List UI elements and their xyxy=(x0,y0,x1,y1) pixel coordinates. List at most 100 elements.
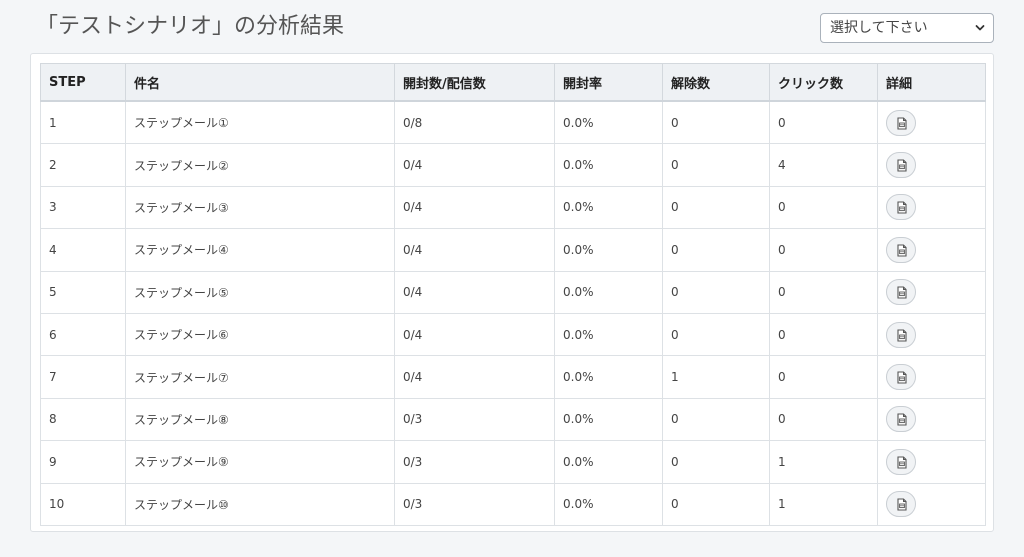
column-open-rate: 開封率 xyxy=(554,63,663,102)
detail-cell xyxy=(877,228,986,272)
click-count-cell: 0 xyxy=(769,270,878,314)
document-icon xyxy=(897,371,907,384)
open-count-cell: 0/3 xyxy=(394,482,555,526)
open-count-cell: 0/4 xyxy=(394,270,555,314)
detail-button[interactable] xyxy=(886,236,916,263)
click-count-cell: 1 xyxy=(769,482,878,526)
unsubscribe-cell: 0 xyxy=(662,228,770,272)
open-rate-cell: 0.0% xyxy=(554,228,663,272)
subject-cell: ステップメール② xyxy=(125,143,395,187)
step-cell: 2 xyxy=(40,143,126,187)
unsubscribe-cell: 0 xyxy=(662,100,770,145)
detail-cell xyxy=(877,355,986,399)
unsubscribe-cell: 1 xyxy=(662,355,770,399)
open-rate-cell: 0.0% xyxy=(554,397,663,442)
detail-button[interactable] xyxy=(886,109,916,136)
table-row: 1 ステップメール① 0/8 0.0% 0 0 xyxy=(40,100,986,145)
table-row: 4 ステップメール④ 0/4 0.0% 0 0 xyxy=(40,228,986,272)
column-step: STEP xyxy=(40,63,126,102)
open-rate-cell: 0.0% xyxy=(554,185,663,230)
header-row: STEP 件名 開封数/配信数 開封率 解除数 クリック数 詳細 xyxy=(40,63,986,102)
subject-cell: ステップメール⑧ xyxy=(125,397,395,442)
subject-cell: ステップメール⑦ xyxy=(125,355,395,399)
step-cell: 10 xyxy=(40,482,126,526)
open-count-cell: 0/8 xyxy=(394,100,555,145)
step-cell: 1 xyxy=(40,100,126,145)
open-count-cell: 0/4 xyxy=(394,355,555,399)
subject-cell: ステップメール⑩ xyxy=(125,482,395,526)
click-count-cell: 4 xyxy=(769,143,878,187)
step-cell: 4 xyxy=(40,228,126,272)
table-row: 10 ステップメール⑩ 0/3 0.0% 0 1 xyxy=(40,482,986,526)
step-cell: 7 xyxy=(40,355,126,399)
column-click-count: クリック数 xyxy=(769,63,878,102)
document-icon xyxy=(897,244,907,257)
step-cell: 3 xyxy=(40,185,126,230)
unsubscribe-cell: 0 xyxy=(662,270,770,314)
click-count-cell: 0 xyxy=(769,312,878,357)
click-count-cell: 0 xyxy=(769,100,878,145)
table-body: 1 ステップメール① 0/8 0.0% 0 0 2 ステップメール② 0/4 0.0% 0 4 3 ステッ… xyxy=(40,100,986,526)
document-icon xyxy=(897,413,907,426)
document-icon xyxy=(897,329,907,342)
document-icon xyxy=(897,286,907,299)
detail-cell xyxy=(877,100,986,145)
open-rate-cell: 0.0% xyxy=(554,143,663,187)
document-icon xyxy=(897,117,907,130)
subject-cell: ステップメール⑨ xyxy=(125,440,395,484)
open-rate-cell: 0.0% xyxy=(554,270,663,314)
subject-cell: ステップメール③ xyxy=(125,185,395,230)
document-icon xyxy=(897,159,907,172)
open-rate-cell: 0.0% xyxy=(554,312,663,357)
detail-cell xyxy=(877,397,986,442)
detail-cell xyxy=(877,440,986,484)
unsubscribe-cell: 0 xyxy=(662,397,770,442)
step-cell: 5 xyxy=(40,270,126,314)
table-row: 8 ステップメール⑧ 0/3 0.0% 0 0 xyxy=(40,397,986,442)
chevron-down-icon xyxy=(975,25,985,31)
detail-button[interactable] xyxy=(886,321,916,348)
open-count-cell: 0/4 xyxy=(394,185,555,230)
click-count-cell: 0 xyxy=(769,185,878,230)
open-count-cell: 0/3 xyxy=(394,397,555,442)
click-count-cell: 0 xyxy=(769,355,878,399)
detail-button[interactable] xyxy=(886,448,916,475)
table-row: 3 ステップメール③ 0/4 0.0% 0 0 xyxy=(40,185,986,230)
scenario-select[interactable]: 選択して下さい xyxy=(820,13,994,43)
open-rate-cell: 0.0% xyxy=(554,355,663,399)
table-row: 5 ステップメール⑤ 0/4 0.0% 0 0 xyxy=(40,270,986,314)
detail-cell xyxy=(877,482,986,526)
detail-cell xyxy=(877,143,986,187)
subject-cell: ステップメール⑤ xyxy=(125,270,395,314)
detail-button[interactable] xyxy=(886,364,916,391)
table-header: STEP 件名 開封数/配信数 開封率 解除数 クリック数 詳細 xyxy=(40,63,986,102)
detail-button[interactable] xyxy=(886,491,916,518)
click-count-cell: 1 xyxy=(769,440,878,484)
detail-cell xyxy=(877,185,986,230)
detail-cell xyxy=(877,312,986,357)
detail-button[interactable] xyxy=(886,279,916,306)
open-count-cell: 0/3 xyxy=(394,440,555,484)
subject-cell: ステップメール⑥ xyxy=(125,312,395,357)
results-card: STEP 件名 開封数/配信数 開封率 解除数 クリック数 詳細 1 ステップメール① 0/8 0… xyxy=(30,53,994,532)
open-count-cell: 0/4 xyxy=(394,312,555,357)
table-row: 6 ステップメール⑥ 0/4 0.0% 0 0 xyxy=(40,312,986,357)
scenario-select-value: 選択して下さい xyxy=(830,20,928,36)
unsubscribe-cell: 0 xyxy=(662,185,770,230)
detail-button[interactable] xyxy=(886,194,916,221)
detail-cell xyxy=(877,270,986,314)
step-cell: 6 xyxy=(40,312,126,357)
document-icon xyxy=(897,201,907,215)
document-icon xyxy=(897,498,907,511)
click-count-cell: 0 xyxy=(769,397,878,442)
detail-button[interactable] xyxy=(886,152,916,179)
document-icon xyxy=(897,456,907,469)
column-detail: 詳細 xyxy=(877,63,986,102)
page-title: 「テストシナリオ」の分析結果 xyxy=(36,14,345,39)
table-row: 7 ステップメール⑦ 0/4 0.0% 1 0 xyxy=(40,355,986,399)
detail-button[interactable] xyxy=(886,406,916,433)
open-count-cell: 0/4 xyxy=(394,228,555,272)
unsubscribe-cell: 0 xyxy=(662,312,770,357)
column-subject: 件名 xyxy=(125,63,395,102)
column-unsubscribe: 解除数 xyxy=(662,63,770,102)
